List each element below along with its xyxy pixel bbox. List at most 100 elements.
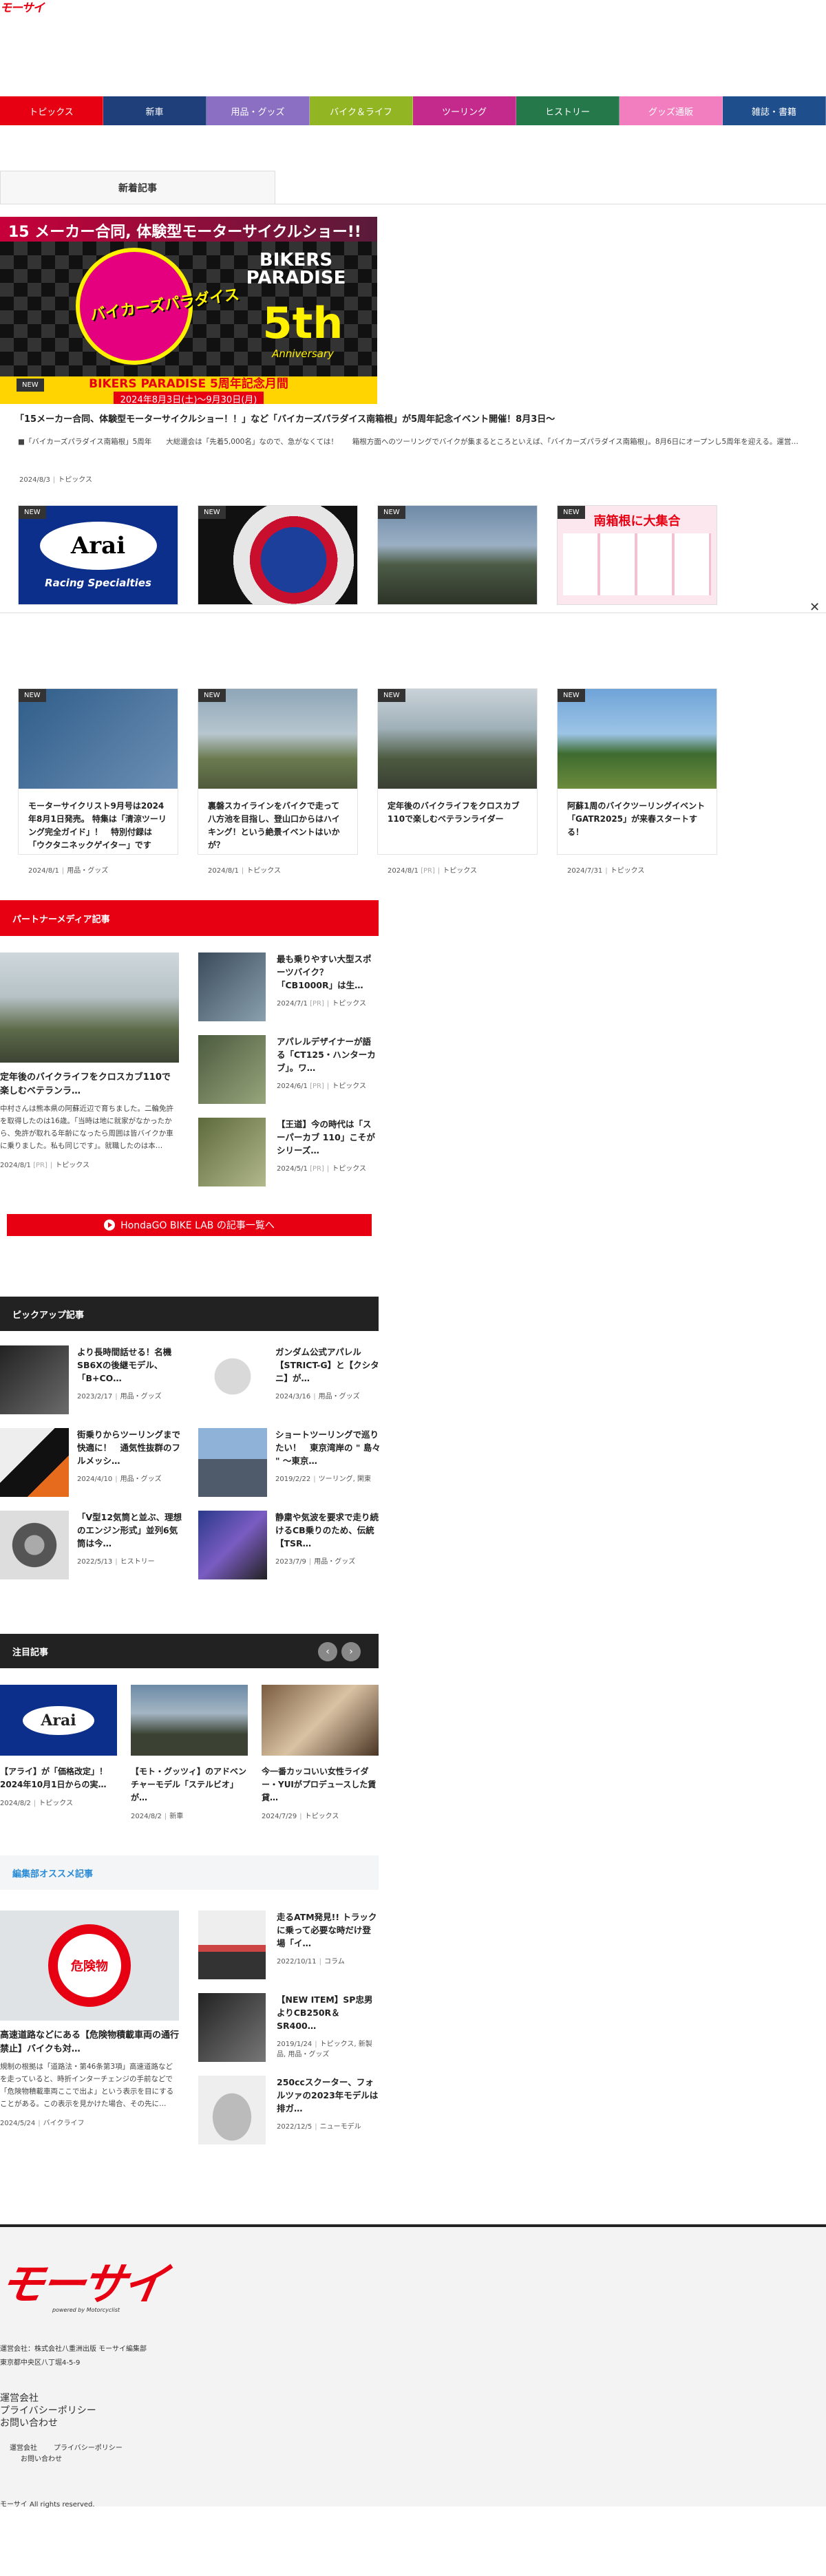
nav-history[interactable]: ヒストリー bbox=[516, 96, 620, 125]
category[interactable]: トピックス bbox=[332, 1165, 366, 1173]
attention-item[interactable]: 【モト・グッツィ】のアドベンチャーモデル「ステルビオ」が… 2024/8/2 | 新車 bbox=[131, 1685, 248, 1820]
category[interactable]: コラム bbox=[324, 1958, 345, 1966]
latest-card[interactable]: NEW モーターサイクリスト9月号は2024年8月1日発売。 特集は「清涼ツーリ… bbox=[18, 688, 178, 875]
footer-link-contact[interactable]: お問い合わせ bbox=[0, 2417, 96, 2429]
card-title: 阿蘇1周のバイクツーリングイベント「GATR2025」が来春スタートする！ bbox=[567, 801, 706, 837]
partner-heading: パートナーメディア記事 bbox=[0, 900, 379, 936]
pickup-item[interactable]: ショートツーリングで巡りたい！ 東京湾岸の " 島々 " ～東京… 2019/2/… bbox=[198, 1428, 384, 1504]
editors-big-item[interactable]: 危険物 高速道路などにある【危険物積載車両の通行禁止】バイクも対… 規制の根拠は… bbox=[0, 1910, 179, 2127]
nav-magazines[interactable]: 雑誌・書籍 bbox=[723, 96, 826, 125]
editors-small-item[interactable]: 250ccスクーター、フォルツァの2023年モデルは排ガ… 2022/12/5 |… bbox=[198, 2076, 379, 2158]
latest-card[interactable]: NEW 定年後のバイクライフをクロスカブ110で楽しむベテランライダー 2024… bbox=[377, 688, 538, 875]
site-logo[interactable]: モーサイ bbox=[0, 0, 45, 15]
category[interactable]: ヒストリー bbox=[120, 1558, 155, 1566]
category[interactable]: 用品・グッズ bbox=[319, 1393, 360, 1401]
footer-links: 運営会社 プライバシーポリシー お問い合わせ bbox=[0, 2392, 96, 2429]
thumb-motorcycle[interactable]: NEW bbox=[377, 505, 538, 605]
category[interactable]: 新車 bbox=[169, 1813, 183, 1820]
footer-small-contact[interactable]: お問い合わせ bbox=[21, 2453, 62, 2463]
close-icon[interactable]: ✕ bbox=[809, 600, 820, 615]
pickup-item[interactable]: 静粛や気波を要求で走り続けるCB乗りのため、伝統【TSR… 2023/7/9 | 用品… bbox=[198, 1511, 384, 1586]
chevron-left-icon[interactable]: ‹ bbox=[318, 1642, 337, 1661]
chevron-right-icon[interactable]: › bbox=[341, 1642, 361, 1661]
nav-goods-shop[interactable]: グッズ通販 bbox=[620, 96, 723, 125]
new-badge: NEW bbox=[198, 506, 226, 519]
category[interactable]: 用品・グッズ bbox=[120, 1476, 162, 1483]
hero-image[interactable]: 15 メーカー合同, 体験型モーターサイクルショー!! バイカーズパラダイス B… bbox=[0, 217, 377, 404]
card-category[interactable]: トピックス bbox=[611, 867, 645, 875]
editors-small-meta: 2022/10/11 | コラム bbox=[277, 1958, 345, 1966]
pickup-item[interactable]: 街乗りからツーリングまで快適に！ 通気性抜群のフルメッシ… 2024/4/10 | 用… bbox=[0, 1428, 186, 1504]
editors-small-item[interactable]: 走るATM発見!! トラックに乗って必要な時だけ登場「イ… 2022/10/11… bbox=[198, 1910, 379, 1993]
editors-big-meta: 2024/5/24 | バイクライフ bbox=[0, 2120, 85, 2127]
partner-small-meta: 2024/5/1 [PR] | トピックス bbox=[277, 1165, 366, 1173]
event-flyer bbox=[563, 533, 711, 595]
category[interactable]: ツーリング, 閑東 bbox=[319, 1476, 371, 1483]
pickup-title: ガンダム公式アパレル【STRICT-G】と【クシタニ】が… bbox=[275, 1347, 379, 1383]
footer-small-company[interactable]: 運営会社 bbox=[10, 2442, 37, 2452]
event-title: 南箱根に大集合 bbox=[593, 514, 681, 529]
nav-goods[interactable]: 用品・グッズ bbox=[206, 96, 310, 125]
latest-card[interactable]: NEW 裏磐スカイラインをバイクで走って八方池を目指し、登山口からはハイキング！… bbox=[198, 688, 358, 875]
pickup-item[interactable]: より長時間話せる！名機SB6Xの後継モデル、「B+CO… 2023/2/17 | 用品… bbox=[0, 1345, 186, 1421]
category[interactable]: ニューモデル bbox=[320, 2123, 361, 2131]
thumb-image: Arai Racing Specialties bbox=[19, 506, 178, 604]
latest-card[interactable]: NEW 阿蘇1周のバイクツーリングイベント「GATR2025」が来春スタートする… bbox=[557, 688, 717, 875]
category[interactable]: トピックス bbox=[332, 1083, 366, 1090]
category[interactable]: 用品・グッズ bbox=[314, 1558, 355, 1566]
nav-bike-life[interactable]: バイク＆ライフ bbox=[310, 96, 413, 125]
date: 2024/5/1 bbox=[277, 1165, 308, 1173]
new-badge: NEW bbox=[378, 689, 405, 702]
hero-banner: BIKERS PARADISE 5周年記念月間 2024年8月3日(土)〜9月3… bbox=[0, 376, 377, 404]
partner-small-item[interactable]: 最も乗りやすい大型スポーツバイク？「CB1000R」は生… 2024/7/1 [… bbox=[198, 952, 379, 1035]
new-badge: NEW bbox=[378, 506, 405, 519]
tab-latest[interactable]: 新着記事 bbox=[0, 171, 275, 204]
arai-tagline: Racing Specialties bbox=[45, 576, 151, 589]
nav-topics[interactable]: トピックス bbox=[0, 96, 103, 125]
pickup-meta: 2019/2/22 | ツーリング, 閑東 bbox=[275, 1476, 372, 1483]
nav-new-bikes[interactable]: 新車 bbox=[103, 96, 206, 125]
partner-category[interactable]: トピックス bbox=[55, 1162, 89, 1169]
category[interactable]: トピックス bbox=[332, 1000, 366, 1008]
hero-banner-title: BIKERS PARADISE 5周年記念月間 bbox=[89, 377, 288, 391]
hero-meta: 2024/8/3 | トピックス bbox=[19, 476, 92, 484]
pickup-item[interactable]: 「V型12気筒と並ぶ、理想のエンジン形式」並列6気筒は今… 2022/5/13 | ヒ… bbox=[0, 1511, 186, 1586]
category[interactable]: バイクライフ bbox=[43, 2120, 85, 2127]
editors-small-item[interactable]: 【NEW ITEM】SP忠男よりCB250R＆SR400… 2019/1/24 |… bbox=[198, 1993, 379, 2076]
partner-small-item[interactable]: 【王道】今の時代は「スーパーカブ 110」こそがシリーズ… 2024/5/1 [… bbox=[198, 1118, 379, 1200]
category[interactable]: 用品・グッズ bbox=[120, 1393, 162, 1401]
thumb-image bbox=[198, 506, 357, 604]
copyright: モーサイ All rights reserved. bbox=[0, 2501, 95, 2509]
footer-small-privacy[interactable]: プライバシーポリシー bbox=[54, 2442, 123, 2452]
card-meta: 2024/8/1 | トピックス bbox=[208, 867, 281, 875]
card-category[interactable]: 用品・グッズ bbox=[67, 867, 108, 875]
nav-touring[interactable]: ツーリング bbox=[413, 96, 516, 125]
footer-powered-by: powered by Motorcyclist bbox=[52, 2307, 120, 2313]
attention-item[interactable]: 今一番カッコいい女性ライダー・YUIがプロデュースした賃貸… 2024/7/29 |… bbox=[262, 1685, 379, 1820]
hero-title[interactable]: 「15メーカー合同、体験型モーターサイクルショー！！」など「バイカーズパラダイス… bbox=[15, 412, 555, 425]
date: 2024/5/24 bbox=[0, 2120, 36, 2127]
footer-link-company[interactable]: 運営会社 bbox=[0, 2392, 96, 2405]
partner-big-item[interactable]: 定年後のバイクライフをクロスカブ110で楽しむベテランラ… 中村さんは熊本県の阿… bbox=[0, 952, 179, 1169]
category[interactable]: トピックス bbox=[305, 1813, 339, 1820]
footer-link-privacy[interactable]: プライバシーポリシー bbox=[0, 2405, 96, 2417]
card-category[interactable]: トピックス bbox=[443, 867, 477, 875]
attention-item[interactable]: Arai 【アライ】が「価格改定」！ 2024年10月1日からの実… 2024/8/… bbox=[0, 1685, 117, 1820]
card-category[interactable]: トピックス bbox=[246, 867, 281, 875]
partner-small-item[interactable]: アパレルデザイナーが語る「CT125・ハンターカブ」。ワ… 2024/6/1 [… bbox=[198, 1035, 379, 1118]
thumb-event[interactable]: 南箱根に大集合 NEW bbox=[557, 505, 717, 605]
pickup-title: ショートツーリングで巡りたい！ 東京湾岸の " 島々 " ～東京… bbox=[275, 1429, 381, 1466]
pickup-item[interactable]: ガンダム公式アパレル【STRICT-G】と【クシタニ】が… 2024/3/16 | 用… bbox=[198, 1345, 384, 1421]
hero-category[interactable]: トピックス bbox=[58, 476, 92, 484]
attention-meta: 2024/8/2 | トピックス bbox=[0, 1800, 73, 1807]
partner-small-image bbox=[198, 952, 266, 1021]
editors-small-image bbox=[198, 1910, 266, 1979]
partner-big-excerpt: 中村さんは熊本県の阿蘇近辺で育ちました。二輪免許を取得したのは16歳。「当時は地… bbox=[0, 1105, 173, 1150]
date: 2024/3/16 bbox=[275, 1393, 311, 1401]
hondago-list-button[interactable]: HondaGO BIKE LAB の記事一覧へ bbox=[7, 1214, 372, 1236]
footer-logo[interactable]: モーサイ bbox=[0, 2259, 169, 2310]
thumb-arai[interactable]: Arai Racing Specialties NEW bbox=[18, 505, 178, 605]
editors-small-image bbox=[198, 2076, 266, 2144]
category[interactable]: トピックス bbox=[39, 1800, 73, 1807]
thumb-helmet[interactable]: NEW bbox=[198, 505, 358, 605]
